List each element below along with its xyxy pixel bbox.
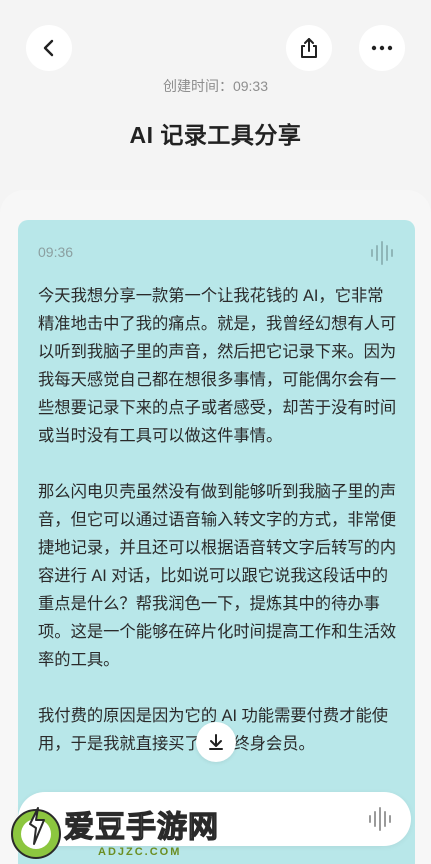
paragraph: 今天我想分享一款第一个让我花钱的 AI，它非常精准地击中了我的痛点。就是，我曾经… [38,287,397,445]
watermark: 爱豆手游网 ADJZC.COM [6,796,266,862]
share-icon [301,38,317,58]
voice-input-icon[interactable] [367,806,393,832]
top-bar [0,0,431,80]
note-time: 09:36 [38,244,74,260]
scroll-down-button[interactable] [196,722,236,762]
chevron-left-icon [43,39,54,57]
watermark-subtext: ADJZC.COM [98,846,182,858]
paragraph: 那么闪电贝壳虽然没有做到能够听到我脑子里的声音，但它可以通过语音输入转文字的方式… [38,483,397,669]
more-horizontal-icon [371,45,393,51]
waveform-icon [371,241,393,265]
created-time: 创建时间：09:33 [162,78,269,94]
note-card[interactable]: 09:36 今天我想分享一款第一个让我花钱的 AI，它非常精准地击中了我的痛点。… [18,220,415,864]
watermark-logo-icon [11,807,61,859]
page-title: AI 记录工具分享 [129,122,302,148]
note-content: 今天我想分享一款第一个让我花钱的 AI，它非常精准地击中了我的痛点。就是，我曾经… [38,282,398,786]
arrow-down-icon [209,734,223,750]
share-button[interactable] [286,25,332,71]
watermark-text: 爱豆手游网 [63,810,219,844]
more-button[interactable] [359,25,405,71]
back-button[interactable] [26,25,72,71]
